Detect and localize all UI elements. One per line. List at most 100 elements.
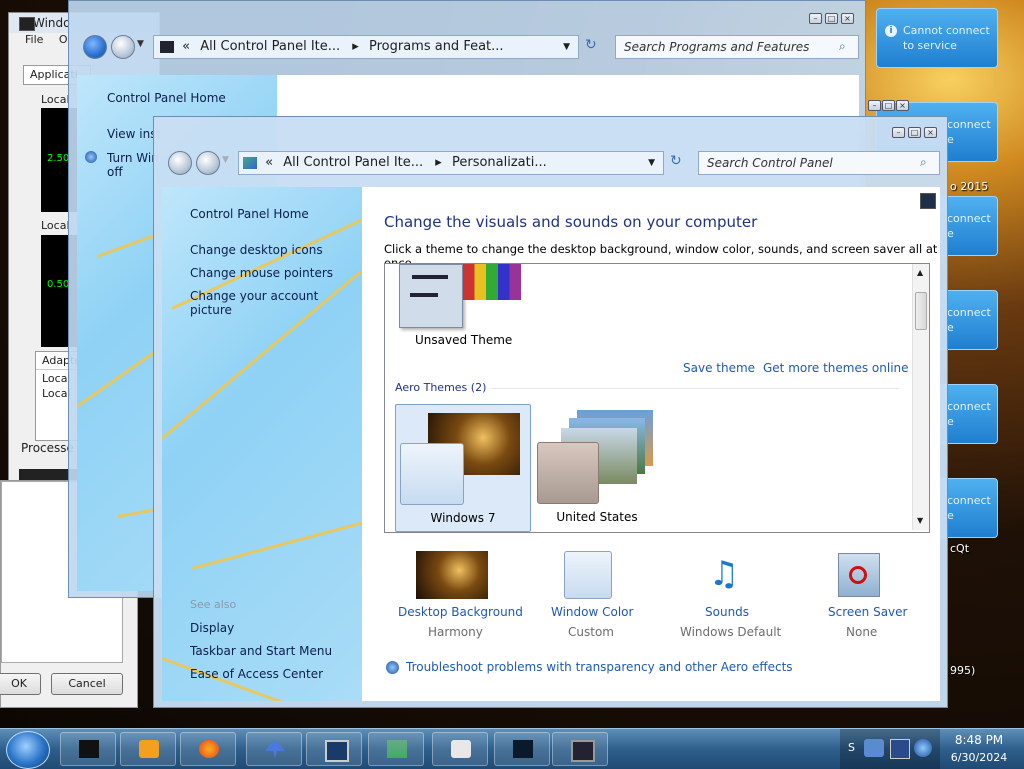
display-icon[interactable]: [890, 739, 910, 759]
ease-of-access-link[interactable]: Ease of Access Center: [190, 667, 323, 681]
unsaved-theme-thumbnail[interactable]: [399, 264, 463, 328]
theme-windows7[interactable]: Windows 7: [395, 404, 531, 532]
search-input[interactable]: Search Control Panel: [698, 151, 940, 175]
clock-date[interactable]: 6/30/2024: [944, 751, 1014, 764]
taskbar-start-menu-link[interactable]: Taskbar and Start Menu: [190, 644, 332, 658]
menu-options[interactable]: O: [59, 33, 68, 46]
window-color-swatch[interactable]: [564, 551, 612, 599]
minimize-button[interactable]: –: [809, 13, 822, 24]
taskbar-app-1[interactable]: [60, 732, 116, 766]
sounds-link[interactable]: Sounds: [705, 605, 749, 619]
media-icon: [139, 740, 159, 758]
sounds-value: Windows Default: [680, 625, 782, 639]
breadcrumb-separator: ▸: [435, 155, 442, 170]
desktop-icon-label[interactable]: 995): [950, 664, 975, 677]
network-icon[interactable]: [864, 739, 884, 757]
menu-file[interactable]: File: [25, 33, 43, 46]
display-link[interactable]: Display: [190, 621, 234, 635]
address-bar[interactable]: « All Control Panel Ite... ▸ Personaliza…: [238, 151, 664, 175]
turn-windows-features-link[interactable]: Turn Win: [107, 151, 159, 165]
minimize-button[interactable]: –: [892, 127, 905, 138]
cancel-button[interactable]: Cancel: [51, 673, 123, 695]
refresh-icon[interactable]: ↻: [585, 37, 597, 53]
theme-list-scrollbar[interactable]: ▲ ▼: [912, 264, 929, 530]
screen-icon: [571, 740, 595, 762]
taskbar-firefox[interactable]: [180, 732, 236, 766]
theme-united-states[interactable]: United States: [535, 404, 669, 530]
desktop-background-thumbnail[interactable]: [416, 551, 488, 599]
recent-pages-icon[interactable]: ▼: [222, 155, 229, 165]
ok-button[interactable]: OK: [0, 673, 41, 695]
close-button[interactable]: ×: [841, 13, 854, 24]
start-button[interactable]: [6, 731, 50, 769]
volume-icon[interactable]: [914, 739, 932, 757]
get-more-themes-link[interactable]: Get more themes online: [763, 361, 909, 375]
breadcrumb-current[interactable]: Programs and Feat...: [369, 39, 504, 54]
control-panel-home-link[interactable]: Control Panel Home: [190, 207, 309, 221]
address-bar[interactable]: « All Control Panel Ite... ▸ Programs an…: [153, 35, 579, 59]
search-icon[interactable]: ⌕: [920, 155, 927, 170]
taskbar-java[interactable]: [432, 732, 488, 766]
address-dropdown-icon[interactable]: ▼: [648, 152, 655, 174]
turn-windows-features-link-2[interactable]: off: [107, 165, 123, 179]
taskbar-media-player[interactable]: [120, 732, 176, 766]
sounds-icon[interactable]: ♫: [700, 551, 748, 597]
control-panel-icon: [160, 40, 174, 53]
forward-button[interactable]: [111, 35, 135, 59]
window-color-link[interactable]: Window Color: [551, 605, 633, 619]
tray-overflow-icon[interactable]: S: [848, 741, 858, 755]
taskbar-app-bird[interactable]: [246, 732, 302, 766]
desktop-icon-label[interactable]: o 2015: [950, 180, 988, 193]
person-icon: [387, 740, 407, 758]
us-color-swatch: [537, 442, 599, 504]
search-input[interactable]: Search Programs and Features: [615, 35, 859, 59]
desktop-background-link[interactable]: Desktop Background: [398, 605, 523, 619]
windows7-color-swatch: [400, 443, 464, 505]
recent-pages-icon[interactable]: ▼: [137, 39, 144, 49]
address-dropdown-icon[interactable]: ▼: [563, 36, 570, 58]
theme-list[interactable]: Unsaved Theme Save theme Get more themes…: [384, 263, 930, 533]
window-color-value: Custom: [568, 625, 614, 639]
taskbar-app-screen[interactable]: [552, 732, 608, 766]
change-mouse-pointers-link[interactable]: Change mouse pointers: [190, 266, 333, 280]
maximize-button[interactable]: □: [908, 127, 921, 138]
change-account-picture-link[interactable]: Change your account picture: [190, 289, 362, 317]
personalization-window: – □ × ▼ « All Control Panel Ite... ▸ Per…: [153, 116, 948, 708]
screen-saver-icon[interactable]: [838, 553, 880, 597]
notification-text: connect: [947, 306, 991, 319]
desktop-icon-label[interactable]: cQt: [950, 542, 969, 555]
breadcrumb-root[interactable]: All Control Panel Ite...: [200, 39, 340, 54]
maximize-button[interactable]: □: [825, 13, 838, 24]
troubleshoot-link[interactable]: Troubleshoot problems with transparency …: [406, 660, 793, 674]
screen-saver-link[interactable]: Screen Saver: [828, 605, 907, 619]
help-icon[interactable]: [920, 193, 936, 209]
scroll-thumb[interactable]: [915, 292, 927, 330]
minimize-button[interactable]: –: [868, 100, 881, 111]
graph-value: 0.50: [47, 279, 70, 290]
taskbar-app-person[interactable]: [368, 732, 424, 766]
control-panel-home-link[interactable]: Control Panel Home: [107, 91, 226, 105]
save-theme-link[interactable]: Save theme: [683, 361, 755, 375]
clock-time[interactable]: 8:48 PM: [944, 733, 1014, 747]
refresh-icon[interactable]: ↻: [670, 153, 682, 169]
decor-streak: [191, 510, 362, 570]
notification-text-2: e: [947, 227, 954, 240]
unsaved-theme-label[interactable]: Unsaved Theme: [415, 333, 512, 347]
notification-text-2: to service: [903, 39, 957, 52]
scroll-up-arrow[interactable]: ▲: [917, 268, 923, 277]
search-icon[interactable]: ⌕: [839, 39, 846, 54]
change-desktop-icons-link[interactable]: Change desktop icons: [190, 243, 323, 257]
taskbar-app-monitor[interactable]: [306, 732, 362, 766]
back-button[interactable]: [83, 35, 107, 59]
close-button[interactable]: ×: [896, 100, 909, 111]
notification-cannot-connect[interactable]: i Cannot connect to service: [876, 8, 998, 68]
scroll-down-arrow[interactable]: ▼: [917, 516, 923, 525]
close-button[interactable]: ×: [924, 127, 937, 138]
back-button[interactable]: [168, 151, 192, 175]
breadcrumb-root[interactable]: All Control Panel Ite...: [283, 155, 423, 170]
breadcrumb-current[interactable]: Personalizati...: [452, 155, 547, 170]
notification-text-2: e: [947, 509, 954, 522]
maximize-button[interactable]: □: [882, 100, 895, 111]
forward-button[interactable]: [196, 151, 220, 175]
taskbar-app-graph[interactable]: [494, 732, 550, 766]
